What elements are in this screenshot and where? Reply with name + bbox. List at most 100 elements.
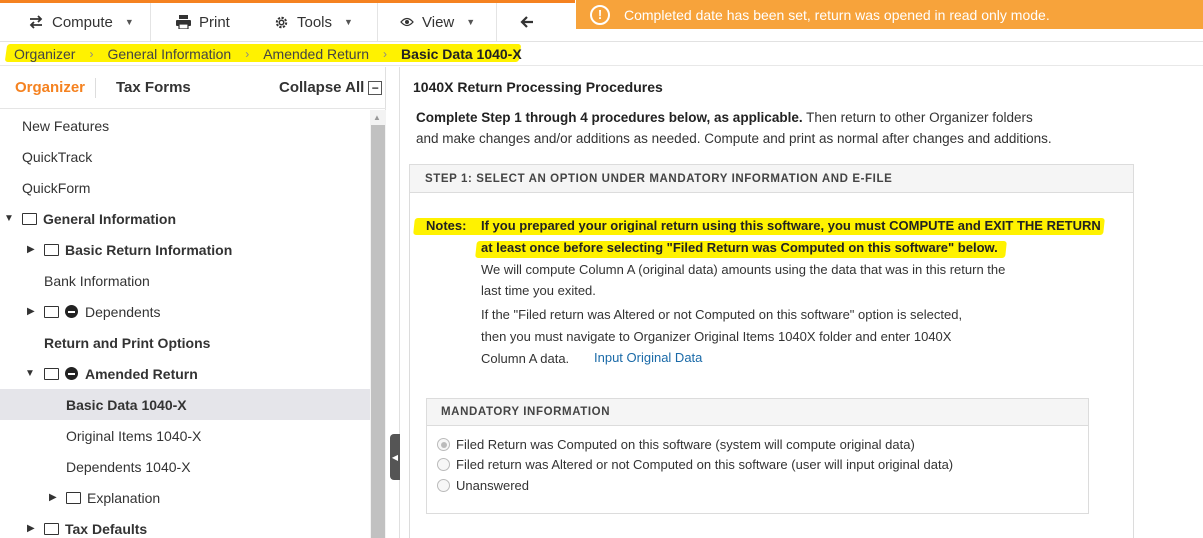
intro-text: Complete Step 1 through 4 procedures bel… <box>416 107 1116 149</box>
chevron-down-icon: ▼ <box>124 17 134 27</box>
tree-item-label: QuickTrack <box>22 148 93 165</box>
tree-item-label: QuickForm <box>22 179 91 196</box>
swap-arrows-icon <box>29 15 43 29</box>
breadcrumb-basic-data: Basic Data 1040-X <box>401 45 522 62</box>
option-label: Filed Return was Computed on this softwa… <box>456 437 915 452</box>
breadcrumb: Organizer › General Information › Amende… <box>0 42 1203 66</box>
notes-warning-line2: at least once before selecting "Filed Re… <box>481 240 998 255</box>
tree-item-basic-return-information[interactable]: ▶ Basic Return Information <box>0 234 370 265</box>
note-text: We will compute Column A (original data)… <box>481 262 1006 277</box>
scrollbar-thumb[interactable] <box>371 125 385 538</box>
view-label: View <box>422 13 455 31</box>
tab-tax-forms[interactable]: Tax Forms <box>116 79 191 96</box>
chevron-right-icon: › <box>383 46 388 61</box>
input-original-data-link[interactable]: Input Original Data <box>594 350 702 365</box>
tree-item-general-information[interactable]: ▼ General Information <box>0 203 370 234</box>
folder-icon <box>44 367 59 380</box>
chevron-down-icon: ▼ <box>344 17 353 27</box>
view-button[interactable]: View ▼ <box>400 3 475 41</box>
tree-item-label: Basic Return Information <box>65 241 233 258</box>
chevron-right-icon: › <box>245 46 250 61</box>
mandatory-information-header: MANDATORY INFORMATION <box>427 399 1088 426</box>
print-button[interactable]: Print <box>176 3 230 41</box>
step1-section: STEP 1: SELECT AN OPTION UNDER MANDATORY… <box>409 164 1134 538</box>
note-text: Column A data. <box>481 351 570 366</box>
not-applicable-icon <box>65 305 78 318</box>
tree-item-bank-information[interactable]: Bank Information <box>0 265 370 296</box>
collapse-sidebar-handle[interactable]: ◀ <box>390 434 400 480</box>
tree-item-label: Basic Data 1040-X <box>66 396 187 413</box>
exclamation-icon: ! <box>590 4 610 25</box>
caret-right-icon[interactable]: ▶ <box>27 523 35 534</box>
note-text: If the "Filed return was Altered or not … <box>481 307 963 322</box>
breadcrumb-organizer[interactable]: Organizer <box>14 46 75 62</box>
tree-item-quickform[interactable]: QuickForm <box>0 172 370 203</box>
tree-item-label: General Information <box>43 210 177 227</box>
not-applicable-icon <box>65 367 78 380</box>
tab-divider <box>95 78 96 98</box>
tree-item-quicktrack[interactable]: QuickTrack <box>0 141 370 172</box>
breadcrumb-amended-return[interactable]: Amended Return <box>263 46 369 62</box>
tree-item-amended-return[interactable]: ▼ Amended Return <box>0 358 370 389</box>
option-computed-on-software[interactable]: Filed Return was Computed on this softwa… <box>437 437 915 452</box>
radio-button[interactable] <box>437 438 450 451</box>
intro-text-part1: Then return to other Organizer folders <box>806 110 1033 125</box>
tree-item-original-items-1040x[interactable]: Original Items 1040-X <box>0 420 370 451</box>
eye-icon <box>400 17 414 27</box>
compute-button[interactable]: Compute ▼ <box>28 3 134 41</box>
gear-icon <box>275 16 288 28</box>
notification-text: Completed date has been set, return was … <box>624 6 1050 23</box>
note-text: then you must navigate to Organizer Orig… <box>481 329 952 344</box>
notes-warning-line1: If you prepared your original return usi… <box>481 218 1101 233</box>
tree-item-return-print-options[interactable]: Return and Print Options <box>0 327 370 358</box>
printer-icon <box>176 15 191 29</box>
option-unanswered[interactable]: Unanswered <box>437 478 529 493</box>
notes-label: Notes: <box>426 218 467 233</box>
collapse-all-label: Collapse All <box>279 79 365 96</box>
tree-item-label: Dependents 1040-X <box>66 458 191 475</box>
breadcrumb-general-information[interactable]: General Information <box>107 46 231 62</box>
tree-item-label: Dependents <box>85 303 161 320</box>
caret-down-icon[interactable]: ▼ <box>25 368 35 379</box>
chevron-down-icon: ▼ <box>466 17 476 27</box>
tree-item-basic-data-1040x[interactable]: Basic Data 1040-X <box>0 389 370 420</box>
tree-item-dependents-1040x[interactable]: Dependents 1040-X <box>0 451 370 482</box>
main-content: 1040X Return Processing Procedures Compl… <box>400 67 1203 538</box>
tab-organizer[interactable]: Organizer <box>15 79 85 96</box>
tree-item-new-features[interactable]: New Features <box>0 110 370 141</box>
tree-item-label: Return and Print Options <box>44 334 211 351</box>
collapse-minus-icon: − <box>368 80 383 95</box>
caret-right-icon[interactable]: ▶ <box>49 492 57 503</box>
folder-icon <box>44 243 59 256</box>
caret-right-icon[interactable]: ▶ <box>27 244 35 255</box>
compute-label: Compute <box>52 13 113 31</box>
scroll-up-icon[interactable]: ▲ <box>373 113 381 122</box>
option-label: Filed return was Altered or not Computed… <box>456 457 954 472</box>
caret-right-icon[interactable]: ▶ <box>27 306 35 317</box>
tree-item-label: Original Items 1040-X <box>66 427 202 444</box>
collapse-all-button[interactable]: Collapse All − <box>279 79 383 96</box>
intro-text-part2: and make changes and/or additions as nee… <box>416 131 1052 146</box>
caret-down-icon[interactable]: ▼ <box>4 213 14 224</box>
back-button[interactable] <box>520 3 534 41</box>
organizer-tree: New Features QuickTrack QuickForm ▼ Gene… <box>0 110 370 538</box>
sidebar-tabs: Organizer Tax Forms Collapse All − <box>0 67 386 109</box>
radio-button[interactable] <box>437 458 450 471</box>
tree-item-label: New Features <box>22 117 110 134</box>
radio-button[interactable] <box>437 479 450 492</box>
tree-item-label: Bank Information <box>44 272 150 289</box>
step1-header: STEP 1: SELECT AN OPTION UNDER MANDATORY… <box>410 165 1133 193</box>
toolbar-divider <box>150 3 151 41</box>
folder-icon <box>44 305 59 318</box>
tree-item-label: Amended Return <box>85 365 198 382</box>
arrow-left-icon <box>520 16 533 28</box>
tools-button[interactable]: Tools ▼ <box>274 3 353 41</box>
tree-item-tax-defaults[interactable]: ▶ Tax Defaults <box>0 513 370 538</box>
tree-item-dependents[interactable]: ▶ Dependents <box>0 296 370 327</box>
tools-label: Tools <box>297 13 333 31</box>
folder-icon <box>44 522 59 535</box>
mandatory-information-section: MANDATORY INFORMATION Filed Return was C… <box>426 398 1089 514</box>
option-altered-not-computed[interactable]: Filed return was Altered or not Computed… <box>437 457 953 472</box>
tree-item-explanation[interactable]: ▶ Explanation <box>0 482 370 513</box>
tree-item-label: Tax Defaults <box>65 520 148 537</box>
